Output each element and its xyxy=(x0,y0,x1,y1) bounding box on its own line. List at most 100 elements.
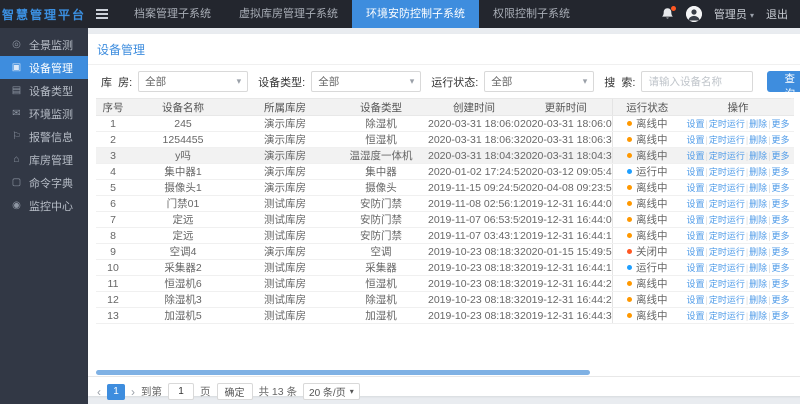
op-delete-link[interactable]: 删除 xyxy=(749,199,767,209)
sidebar-item-全景监测[interactable]: ◎ 全景监测 xyxy=(0,33,88,56)
table-row[interactable]: 12 除湿机3 测试库房 除湿机 2019-10-23 08:18:36 201… xyxy=(96,291,794,308)
op-scheduled-run-link[interactable]: 定时运行 xyxy=(709,247,745,257)
run-status-filter[interactable]: 全部 ▾ xyxy=(484,71,595,92)
op-scheduled-run-link[interactable]: 定时运行 xyxy=(709,167,745,177)
op-more-link[interactable]: 更多 xyxy=(772,311,790,321)
op-settings-link[interactable]: 设置 xyxy=(686,135,704,145)
op-more-link[interactable]: 更多 xyxy=(772,247,790,257)
op-scheduled-run-link[interactable]: 定时运行 xyxy=(709,295,745,305)
logout-button[interactable]: 退出 xyxy=(766,6,788,22)
search-input[interactable] xyxy=(641,71,754,92)
op-delete-link[interactable]: 删除 xyxy=(749,295,767,305)
op-more-link[interactable]: 更多 xyxy=(772,215,790,225)
goto-page-input[interactable] xyxy=(168,383,194,400)
op-scheduled-run-link[interactable]: 定时运行 xyxy=(709,199,745,209)
op-delete-link[interactable]: 删除 xyxy=(749,151,767,161)
op-more-link[interactable]: 更多 xyxy=(772,119,790,129)
op-settings-link[interactable]: 设置 xyxy=(686,295,704,305)
op-settings-link[interactable]: 设置 xyxy=(686,119,704,129)
device-type-filter[interactable]: 全部 ▾ xyxy=(311,71,422,92)
sidebar-item-设备类型[interactable]: ▤ 设备类型 xyxy=(0,79,88,102)
notification-bell-icon[interactable] xyxy=(661,6,676,21)
op-scheduled-run-link[interactable]: 定时运行 xyxy=(709,135,745,145)
op-settings-link[interactable]: 设置 xyxy=(686,199,704,209)
op-more-link[interactable]: 更多 xyxy=(772,167,790,177)
op-scheduled-run-link[interactable]: 定时运行 xyxy=(709,311,745,321)
column-header: 设备名称 xyxy=(130,98,236,116)
op-delete-link[interactable]: 删除 xyxy=(749,247,767,257)
op-more-link[interactable]: 更多 xyxy=(772,279,790,289)
op-scheduled-run-link[interactable]: 定时运行 xyxy=(709,119,745,129)
table-row[interactable]: 11 恒湿机6 测试库房 恒湿机 2019-10-23 08:18:36 201… xyxy=(96,275,794,292)
table-row[interactable]: 1 245 演示库房 除湿机 2020-03-31 18:06:03 2020-… xyxy=(96,115,794,132)
table-row[interactable]: 4 集中器1 演示库房 集中器 2020-01-02 17:24:55 2020… xyxy=(96,163,794,180)
op-delete-link[interactable]: 删除 xyxy=(749,215,767,225)
op-scheduled-run-link[interactable]: 定时运行 xyxy=(709,215,745,225)
op-settings-link[interactable]: 设置 xyxy=(686,215,704,225)
table-row[interactable]: 7 定远 测试库房 安防门禁 2019-11-07 06:53:59 2019-… xyxy=(96,211,794,228)
op-more-link[interactable]: 更多 xyxy=(772,231,790,241)
op-more-link[interactable]: 更多 xyxy=(772,151,790,161)
tab-archive-management-subsystem[interactable]: 档案管理子系统 xyxy=(120,0,225,28)
op-delete-link[interactable]: 删除 xyxy=(749,279,767,289)
status-text: 离线中 xyxy=(636,134,668,146)
op-settings-link[interactable]: 设置 xyxy=(686,263,704,273)
op-more-link[interactable]: 更多 xyxy=(772,183,790,193)
tab-virtual-storeroom-subsystem[interactable]: 虚拟库房管理子系统 xyxy=(225,0,352,28)
menu-toggle-icon[interactable] xyxy=(96,7,108,21)
user-menu[interactable]: 管理员 ▾ xyxy=(714,6,754,22)
table-row[interactable]: 3 y吗 演示库房 温湿度一体机 2020-03-31 18:04:39 202… xyxy=(96,147,794,164)
op-delete-link[interactable]: 删除 xyxy=(749,135,767,145)
search-button[interactable]: 查 询 xyxy=(767,71,800,100)
prev-page-button[interactable]: ‹ xyxy=(97,386,101,398)
op-more-link[interactable]: 更多 xyxy=(772,263,790,273)
user-avatar[interactable] xyxy=(685,6,702,22)
sidebar-item-报警信息[interactable]: ⚐ 报警信息 xyxy=(0,125,88,148)
op-settings-link[interactable]: 设置 xyxy=(686,247,704,257)
op-delete-link[interactable]: 删除 xyxy=(749,311,767,321)
table-row[interactable]: 13 加湿机5 测试库房 加湿机 2019-10-23 08:18:36 201… xyxy=(96,307,794,324)
op-scheduled-run-link[interactable]: 定时运行 xyxy=(709,151,745,161)
cell-created-time: 2020-03-31 18:06:03 xyxy=(428,115,520,132)
op-delete-link[interactable]: 删除 xyxy=(749,167,767,177)
op-more-link[interactable]: 更多 xyxy=(772,199,790,209)
op-settings-link[interactable]: 设置 xyxy=(686,183,704,193)
next-page-button[interactable]: › xyxy=(131,386,135,398)
per-page-select[interactable]: 20 条/页 ▾ xyxy=(303,383,360,400)
op-scheduled-run-link[interactable]: 定时运行 xyxy=(709,183,745,193)
op-more-link[interactable]: 更多 xyxy=(772,295,790,305)
op-settings-link[interactable]: 设置 xyxy=(686,279,704,289)
table-row[interactable]: 6 门禁01 测试库房 安防门禁 2019-11-08 02:56:12 201… xyxy=(96,195,794,212)
current-page-button[interactable]: 1 xyxy=(107,383,125,400)
sidebar-item-设备管理[interactable]: ▣ 设备管理 xyxy=(0,56,88,79)
horizontal-scrollbar[interactable] xyxy=(96,370,590,375)
op-more-link[interactable]: 更多 xyxy=(772,135,790,145)
op-scheduled-run-link[interactable]: 定时运行 xyxy=(709,263,745,273)
table-row[interactable]: 10 采集器2 测试库房 采集器 2019-10-23 08:18:36 201… xyxy=(96,259,794,276)
table-row[interactable]: 2 1254455 演示库房 恒湿机 2020-03-31 18:06:36 2… xyxy=(96,131,794,148)
sidebar-item-监控中心[interactable]: ◉ 监控中心 xyxy=(0,194,88,217)
op-settings-link[interactable]: 设置 xyxy=(686,167,704,177)
table-row[interactable]: 5 摄像头1 演示库房 摄像头 2019-11-15 09:24:50 2020… xyxy=(96,179,794,196)
op-scheduled-run-link[interactable]: 定时运行 xyxy=(709,231,745,241)
sidebar-item-命令字典[interactable]: ▢ 命令字典 xyxy=(0,171,88,194)
op-settings-link[interactable]: 设置 xyxy=(686,311,704,321)
sidebar-item-环境监测[interactable]: ✉ 环境监测 xyxy=(0,102,88,125)
cell-device-type: 温湿度一体机 xyxy=(334,147,428,164)
goto-confirm-button[interactable]: 确定 xyxy=(216,383,253,400)
tab-environment-security-subsystem[interactable]: 环境安防控制子系统 xyxy=(352,0,479,28)
op-delete-link[interactable]: 删除 xyxy=(749,231,767,241)
tab-permission-control-subsystem[interactable]: 权限控制子系统 xyxy=(479,0,584,28)
op-scheduled-run-link[interactable]: 定时运行 xyxy=(709,279,745,289)
op-delete-link[interactable]: 删除 xyxy=(749,183,767,193)
table-row[interactable]: 9 空调4 演示库房 空调 2019-10-23 08:18:36 2020-0… xyxy=(96,243,794,260)
table-row[interactable]: 8 定远 测试库房 安防门禁 2019-11-07 03:43:17 2019-… xyxy=(96,227,794,244)
op-settings-link[interactable]: 设置 xyxy=(686,231,704,241)
cell-updated-time: 2019-12-31 16:44:24 xyxy=(520,275,612,292)
op-delete-link[interactable]: 删除 xyxy=(749,119,767,129)
op-settings-link[interactable]: 设置 xyxy=(686,151,704,161)
sidebar-item-库房管理[interactable]: ⌂ 库房管理 xyxy=(0,148,88,171)
op-delete-link[interactable]: 删除 xyxy=(749,263,767,273)
status-dot xyxy=(627,121,632,126)
storeroom-filter[interactable]: 全部 ▾ xyxy=(138,71,249,92)
